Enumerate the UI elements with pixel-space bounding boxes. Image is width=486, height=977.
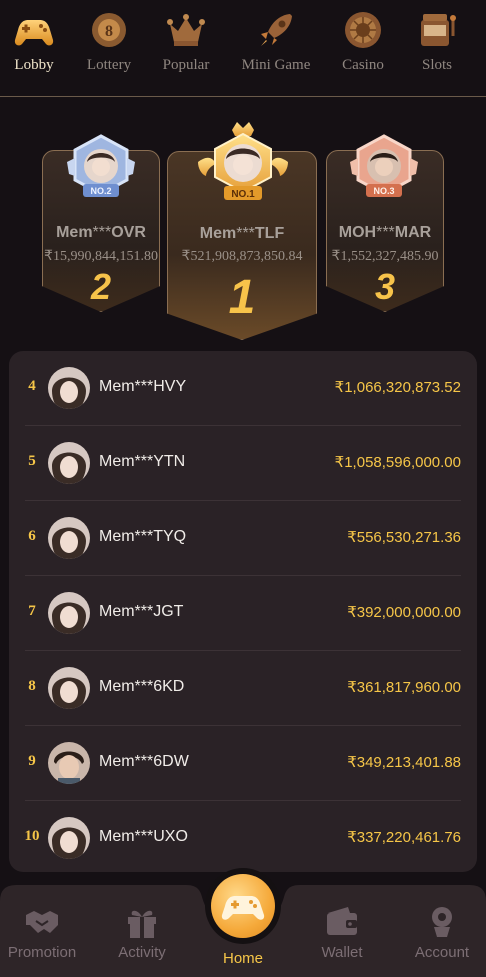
first-badge-label: NO.1 bbox=[231, 189, 255, 200]
tab-mini-game[interactable]: Mini Game bbox=[236, 8, 316, 74]
second-badge-label: NO.2 bbox=[90, 186, 111, 196]
avatar bbox=[48, 667, 90, 709]
tab-promotion[interactable]: Promotion bbox=[0, 905, 87, 961]
podium-second-amount: ₹15,990,844,151.80 bbox=[44, 249, 158, 264]
podium-first-rank: 1 bbox=[228, 271, 256, 324]
rank-number: 4 bbox=[28, 378, 36, 394]
handshake-icon bbox=[26, 911, 58, 933]
podium-first-name: Mem***TLF bbox=[199, 225, 285, 242]
rank-number: 8 bbox=[28, 678, 36, 694]
roulette-icon bbox=[345, 12, 381, 48]
player-amount: ₹392,000,000.00 bbox=[347, 604, 461, 621]
avatar bbox=[48, 817, 90, 859]
tab-account[interactable]: Account bbox=[397, 905, 486, 961]
player-amount: ₹337,220,461.76 bbox=[347, 829, 461, 846]
tab-wallet-label: Wallet bbox=[321, 944, 363, 961]
wallet-icon bbox=[327, 907, 357, 935]
avatar bbox=[48, 367, 90, 409]
tab-popular-label: Popular bbox=[162, 57, 210, 73]
rank-number: 5 bbox=[28, 453, 36, 469]
tab-lobby-label: Lobby bbox=[14, 57, 54, 73]
tab-lottery[interactable]: 8 Lottery bbox=[69, 8, 149, 74]
crown-icon bbox=[167, 14, 205, 46]
podium-second-name: Mem***OVR bbox=[56, 224, 146, 241]
lottery-ball-icon: 8 bbox=[92, 13, 126, 47]
avatar bbox=[48, 517, 90, 559]
rank-number: 9 bbox=[28, 753, 36, 769]
rank-number: 10 bbox=[24, 828, 40, 844]
podium-third-amount: ₹1,552,327,485.90 bbox=[331, 249, 439, 264]
player-amount: ₹556,530,271.36 bbox=[347, 529, 461, 546]
home-button[interactable] bbox=[211, 874, 275, 938]
podium-third-rank: 3 bbox=[374, 266, 396, 307]
player-amount: ₹349,213,401.88 bbox=[347, 754, 461, 771]
list-item[interactable]: 6 Mem***TYQ ₹556,530,271.36 bbox=[25, 501, 461, 576]
third-badge-label: NO.3 bbox=[373, 186, 394, 196]
account-icon bbox=[432, 907, 452, 937]
tab-home-label[interactable]: Home bbox=[211, 950, 275, 967]
tab-lottery-label: Lottery bbox=[86, 57, 132, 73]
tab-account-label: Account bbox=[414, 944, 470, 961]
tab-promotion-label: Promotion bbox=[7, 944, 77, 961]
podium-second-rank: 2 bbox=[90, 266, 112, 307]
rank-number: 6 bbox=[28, 528, 36, 544]
third-place-badge: NO.3 bbox=[350, 134, 418, 197]
list-item[interactable]: 5 Mem***YTN ₹1,058,596,000.00 bbox=[25, 426, 461, 501]
tab-slots-label: Slots bbox=[421, 57, 452, 73]
list-item[interactable]: 10 Mem***UXO ₹337,220,461.76 bbox=[25, 801, 461, 876]
player-amount: ₹1,066,320,873.52 bbox=[334, 379, 461, 396]
top-three-podium: Mem***OVR ₹15,990,844,151.80 2 NO.2 Mem*… bbox=[0, 118, 486, 343]
second-place-badge: NO.2 bbox=[67, 134, 135, 197]
player-name: Mem***6DW bbox=[99, 753, 189, 770]
gamepad-icon bbox=[14, 20, 54, 46]
tab-activity[interactable]: Activity bbox=[97, 905, 187, 961]
list-item[interactable]: 9 Mem***6DW ₹349,213,401.88 bbox=[25, 726, 461, 801]
list-item[interactable]: 8 Mem***6KD ₹361,817,960.00 bbox=[25, 651, 461, 726]
player-name: Mem***6KD bbox=[99, 678, 185, 695]
player-name: Mem***JGT bbox=[99, 603, 184, 620]
player-name: Mem***HVY bbox=[99, 378, 187, 395]
list-item[interactable]: 4 Mem***HVY ₹1,066,320,873.52 bbox=[25, 351, 461, 426]
player-amount: ₹361,817,960.00 bbox=[347, 679, 461, 696]
slot-machine-icon bbox=[421, 14, 456, 46]
leaderboard-list: 4 Mem***HVY ₹1,066,320,873.52 5 Mem***YT… bbox=[9, 351, 477, 872]
rank-number: 7 bbox=[28, 603, 36, 619]
first-place-badge: NO.1 bbox=[198, 122, 288, 200]
tab-casino-label: Casino bbox=[342, 57, 384, 73]
svg-text:8: 8 bbox=[105, 23, 113, 40]
avatar bbox=[48, 742, 90, 784]
avatar bbox=[48, 592, 90, 634]
tab-popular[interactable]: Popular bbox=[146, 8, 226, 74]
gamepad-icon bbox=[221, 896, 265, 920]
tab-lobby[interactable]: Lobby bbox=[0, 8, 74, 74]
player-name: Mem***YTN bbox=[99, 453, 186, 470]
avatar bbox=[48, 442, 90, 484]
category-nav: Lobby 8 Lottery Popular Mini Game Casino bbox=[0, 0, 486, 97]
tab-mini-game-label: Mini Game bbox=[241, 57, 311, 73]
player-name: Mem***UXO bbox=[99, 828, 188, 845]
player-amount: ₹1,058,596,000.00 bbox=[334, 454, 461, 471]
list-item[interactable]: 7 Mem***JGT ₹392,000,000.00 bbox=[25, 576, 461, 651]
tab-slots[interactable]: Slots bbox=[397, 8, 477, 74]
gift-icon bbox=[128, 910, 156, 938]
tab-wallet[interactable]: Wallet bbox=[297, 905, 387, 961]
podium-third-name: MOH***MAR bbox=[338, 224, 432, 241]
tab-casino[interactable]: Casino bbox=[323, 8, 403, 74]
podium-first-amount: ₹521,908,873,850.84 bbox=[181, 249, 303, 264]
tab-activity-label: Activity bbox=[118, 944, 166, 961]
rocket-icon bbox=[261, 14, 292, 46]
player-name: Mem***TYQ bbox=[99, 528, 187, 545]
